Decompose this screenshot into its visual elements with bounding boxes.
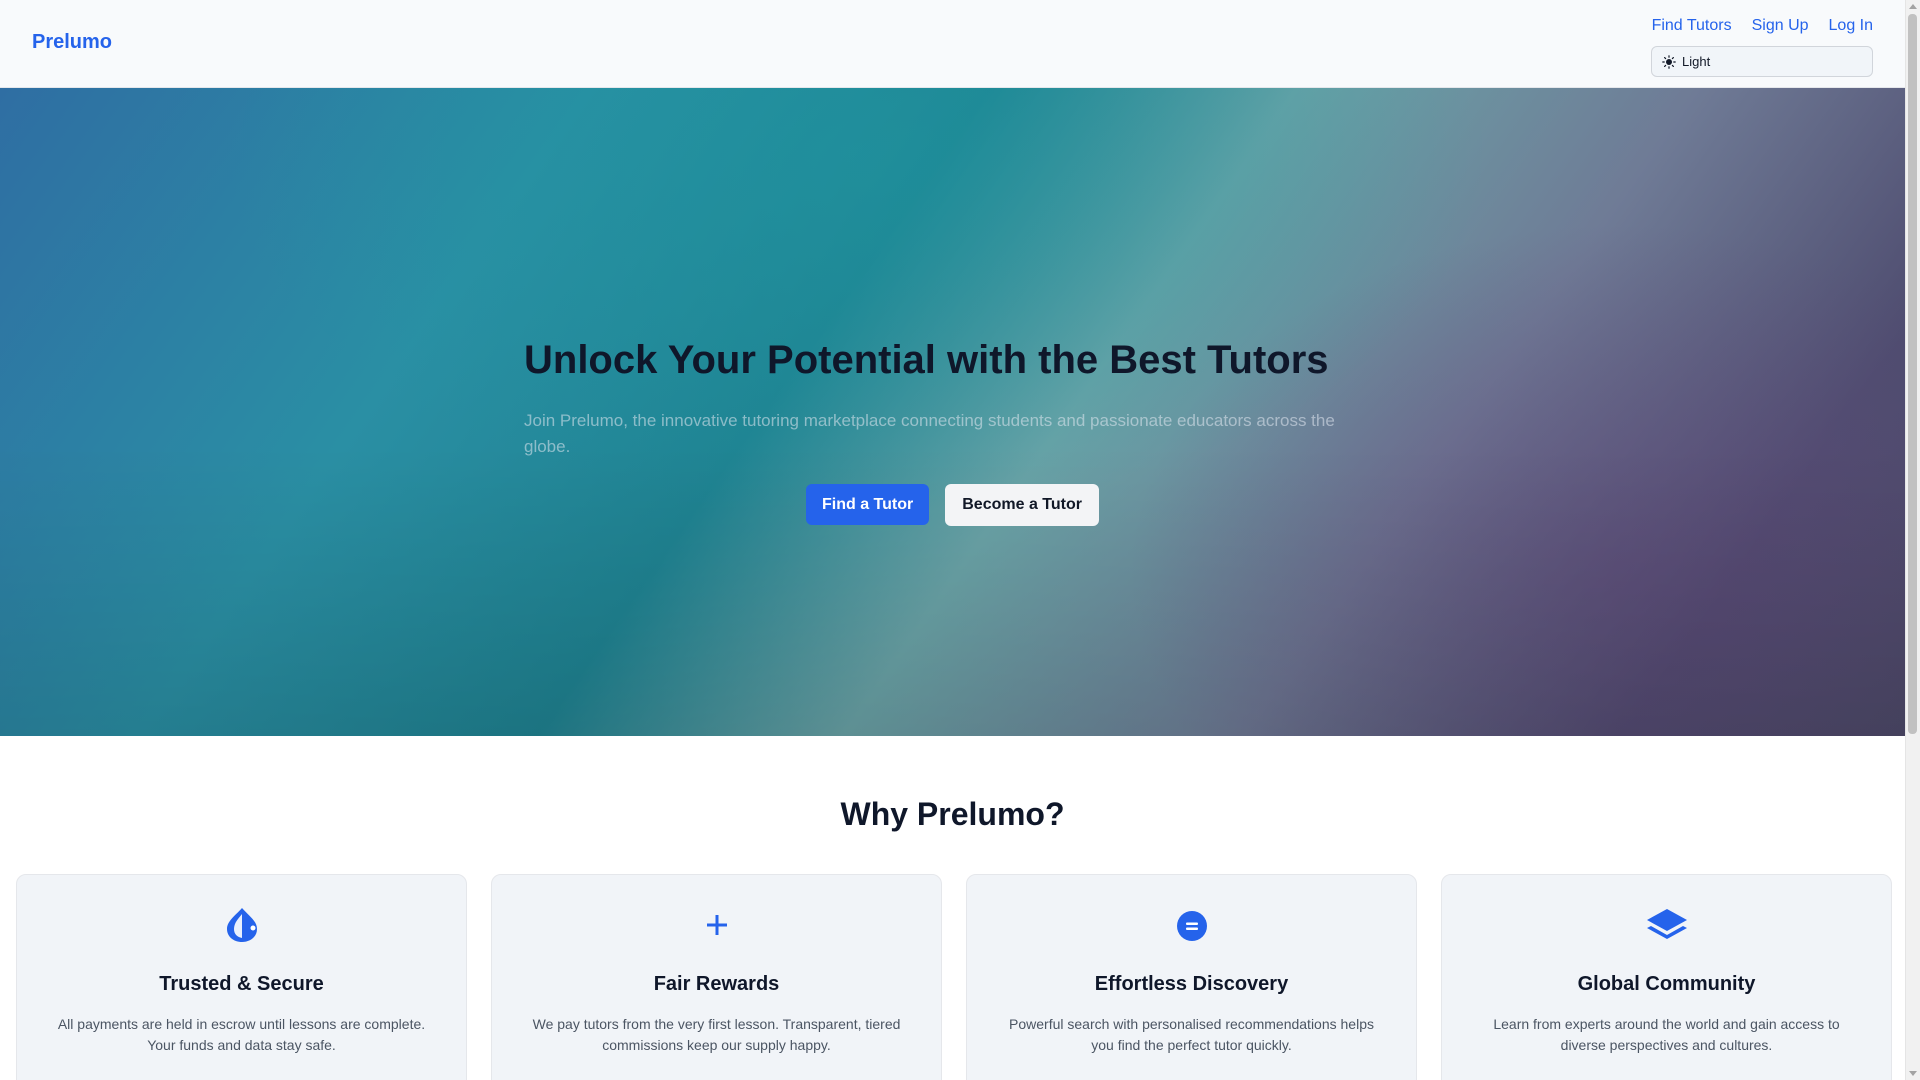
- shield-drop-icon: [17, 905, 466, 945]
- scrollbar-thumb[interactable]: [1908, 14, 1917, 734]
- why-title: Why Prelumo?: [840, 796, 1065, 832]
- nav-log-in[interactable]: Log In: [1829, 17, 1873, 35]
- card-text: All payments are held in escrow until le…: [57, 1016, 426, 1053]
- hero-section: Unlock Your Potential with the Best Tuto…: [0, 88, 1905, 736]
- theme-select-value: Light: [1682, 54, 1711, 69]
- hero-content: Unlock Your Potential with the Best Tuto…: [524, 336, 1384, 460]
- nav-links: Find Tutors Sign Up Log In: [1651, 17, 1873, 35]
- plus-icon: [492, 905, 941, 945]
- page-scrollbar[interactable]: [1905, 0, 1920, 1080]
- nav-find-tutors[interactable]: Find Tutors: [1652, 17, 1732, 35]
- find-a-tutor-button[interactable]: Find a Tutor: [806, 484, 930, 525]
- page: Prelumo Find Tutors Sign Up Log In Light…: [0, 0, 1905, 1080]
- layers-icon: [1442, 905, 1891, 945]
- feature-cards: Trusted & Secure All payments are held i…: [16, 874, 1892, 1080]
- feature-card-discovery: Effortless Discovery Powerful search wit…: [966, 874, 1417, 1080]
- card-title: Effortless Discovery: [1094, 973, 1289, 995]
- feature-card-trusted: Trusted & Secure All payments are held i…: [16, 874, 467, 1080]
- card-title: Trusted & Secure: [159, 973, 324, 995]
- brand-logo[interactable]: Prelumo: [32, 31, 112, 54]
- sun-icon: [1662, 54, 1676, 69]
- hero-title: Unlock Your Potential with the Best Tuto…: [524, 338, 1329, 382]
- become-a-tutor-button[interactable]: Become a Tutor: [945, 484, 1099, 526]
- scroll-down-icon[interactable]: [1909, 1071, 1917, 1076]
- card-title: Global Community: [1577, 973, 1756, 995]
- hero-subtitle: Join Prelumo, the innovative tutoring ma…: [524, 411, 1335, 456]
- scroll-up-icon[interactable]: [1909, 4, 1917, 9]
- card-text: Learn from experts around the world and …: [1493, 1016, 1840, 1053]
- search-circle-icon: [967, 905, 1416, 945]
- card-title: Fair Rewards: [653, 973, 780, 995]
- card-text: Powerful search with personalised recomm…: [1009, 1016, 1374, 1053]
- card-text: We pay tutors from the very first lesson…: [532, 1016, 901, 1053]
- nav-sign-up[interactable]: Sign Up: [1752, 17, 1809, 35]
- site-header: Prelumo Find Tutors Sign Up Log In Light: [0, 0, 1905, 88]
- theme-select[interactable]: Light: [1651, 46, 1873, 77]
- hero-buttons: Find a Tutor Become a Tutor: [806, 484, 1099, 526]
- top-nav: Find Tutors Sign Up Log In Light: [1651, 17, 1873, 77]
- feature-card-global: Global Community Learn from experts arou…: [1441, 874, 1892, 1080]
- feature-card-fair-rewards: Fair Rewards We pay tutors from the very…: [491, 874, 942, 1080]
